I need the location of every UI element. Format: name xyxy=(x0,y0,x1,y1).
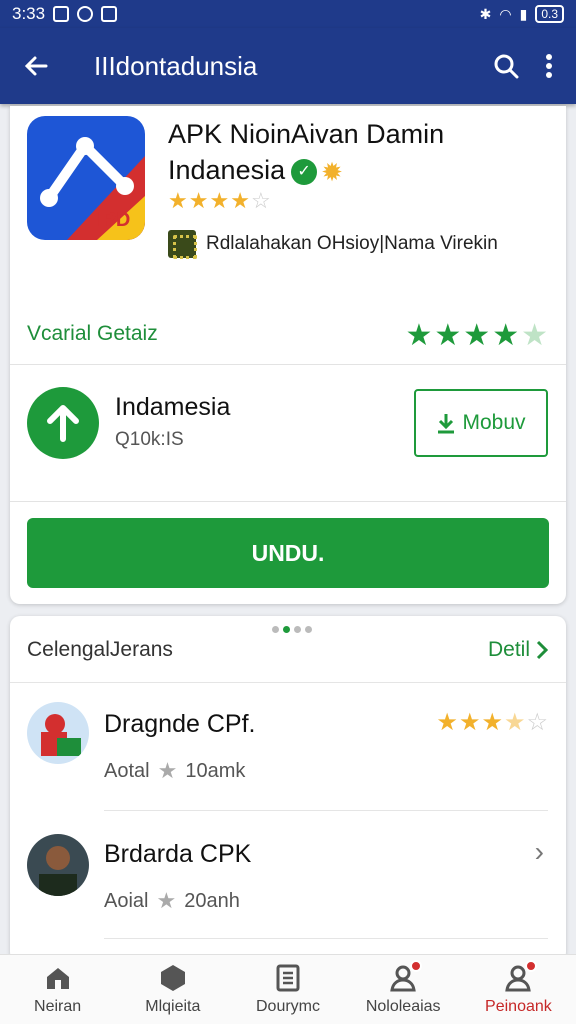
list-item-meta2: 20anh xyxy=(184,889,240,912)
app-rating: ★ ★ ★ ★ ☆ xyxy=(168,188,271,214)
publisher-row[interactable]: Rdlalahakan OHsioy|Nama Virekin xyxy=(168,230,498,259)
star-icon: ★ xyxy=(405,319,433,352)
star-icon: ★ xyxy=(434,319,462,352)
nav-item-notifications[interactable]: Nololeaias xyxy=(346,955,461,1024)
modify-button[interactable]: Mobuv xyxy=(414,389,548,457)
nav-item-profile[interactable]: Peinoank xyxy=(461,955,576,1024)
home-icon xyxy=(46,967,69,989)
star-icon: ★ xyxy=(481,709,503,736)
search-icon[interactable] xyxy=(492,52,520,80)
battery-icon: 0.3 xyxy=(535,5,564,23)
star-icon: ★ xyxy=(157,758,178,783)
version-rating: ★ ★ ★ ★ ★ xyxy=(405,318,548,353)
nav-item-documents[interactable]: Dourymc xyxy=(230,955,345,1024)
star-icon: ★ xyxy=(156,888,177,913)
avatar xyxy=(27,834,89,896)
app-bar: IIIdontadunsia xyxy=(0,28,576,104)
notification-badge xyxy=(410,959,423,972)
more-vert-icon[interactable] xyxy=(544,52,554,80)
version-details-label: Vcarial Getaiz xyxy=(27,322,158,345)
star-icon: ☆ xyxy=(526,709,548,736)
download-size: Q10k:IS xyxy=(115,429,184,450)
shield-icon xyxy=(101,6,118,22)
status-bar: 3:33 ✱ ◠ ▮ 0.3 xyxy=(0,0,576,28)
section-title: CelengalJerans xyxy=(27,638,173,661)
back-arrow-icon xyxy=(24,56,48,76)
list-item-rating: ★ ★ ★ ★ ☆ xyxy=(436,708,548,737)
detail-link-label: Detil xyxy=(487,638,530,661)
star-icon: ★ xyxy=(188,188,209,213)
hexagon-icon xyxy=(160,964,185,991)
publisher-name: Rdlalahakan OHsioy|Nama Virekin xyxy=(206,233,498,254)
list-item-meta: Aoial xyxy=(104,889,149,912)
qr-code-icon xyxy=(168,230,197,259)
star-icon: ★ xyxy=(521,319,548,352)
star-icon: ★ xyxy=(503,709,526,736)
document-icon xyxy=(276,964,300,991)
nav-label: Mlqieita xyxy=(145,997,201,1015)
star-icon: ★ xyxy=(168,188,188,213)
list-item[interactable]: Brdarda CPK Aoial ★ 20anh › xyxy=(10,810,566,938)
list-item-name: Dragnde CPf. xyxy=(104,710,256,738)
notification-icon xyxy=(77,6,94,22)
badge-sun-icon: ✹ xyxy=(321,156,343,187)
detail-link[interactable]: Detil xyxy=(488,638,548,662)
download-icon xyxy=(438,414,455,434)
notification-badge xyxy=(525,959,538,972)
list-item-name: Brdarda CPK xyxy=(104,840,252,868)
download-info: Indamesia Q10k:IS Mobuv xyxy=(10,364,566,502)
star-icon: ★ xyxy=(230,188,250,213)
chevron-right-icon[interactable]: › xyxy=(535,836,544,868)
avatar xyxy=(27,702,89,764)
list-item-meta2: 10amk xyxy=(185,759,246,782)
verified-icon: ✓ xyxy=(291,158,318,185)
nav-label: Nololeaias xyxy=(365,997,441,1015)
signal-icon: ▮ xyxy=(519,5,528,22)
list-item-meta: Aotal xyxy=(104,759,150,782)
star-icon: ☆ xyxy=(250,188,271,213)
back-button[interactable] xyxy=(0,52,72,80)
nav-item-explore[interactable]: Mlqieita xyxy=(115,955,230,1024)
divider xyxy=(104,938,548,939)
app-name: APK NioinAivan Damin Indanesia ✓ ✹ xyxy=(168,116,548,190)
page-indicator xyxy=(272,626,312,633)
chevron-right-icon xyxy=(536,640,548,660)
page-title: IIIdontadunsia xyxy=(94,50,258,81)
nav-item-home[interactable]: Neiran xyxy=(0,955,115,1024)
nav-label: Neiran xyxy=(34,997,82,1015)
star-icon: ★ xyxy=(492,319,520,352)
bluetooth-icon: ✱ xyxy=(479,5,492,22)
upload-arrow-icon xyxy=(27,387,99,459)
nav-label: Dourymc xyxy=(256,997,321,1015)
bottom-navigation: Neiran Mlqieita Dourymc Nololeaias Peino… xyxy=(0,954,576,1024)
list-item[interactable]: Dragnde CPf. Aotal ★ 10amk ★ ★ ★ ★ ☆ xyxy=(10,682,566,810)
star-icon: ★ xyxy=(458,709,481,736)
app-logo: IPD xyxy=(27,116,145,240)
related-list-card: CelengalJerans Detil Dragnde CPf. Aotal … xyxy=(10,616,566,962)
star-icon: ★ xyxy=(463,319,491,352)
download-name: Indamesia xyxy=(115,393,231,421)
download-button[interactable]: UNDU. xyxy=(27,518,549,588)
notification-icon xyxy=(53,6,70,22)
nav-label: Peinoank xyxy=(485,997,552,1015)
wifi-icon: ◠ xyxy=(499,5,512,22)
status-time: 3:33 xyxy=(12,4,46,23)
star-icon: ★ xyxy=(436,709,458,736)
app-detail-card: IPD APK NioinAivan Damin Indanesia ✓ ✹ ★ ★ ★… xyxy=(10,106,566,604)
modify-label: Mobuv xyxy=(462,411,526,434)
app-logo-text: IPD xyxy=(97,209,130,231)
star-icon: ★ xyxy=(209,188,230,213)
